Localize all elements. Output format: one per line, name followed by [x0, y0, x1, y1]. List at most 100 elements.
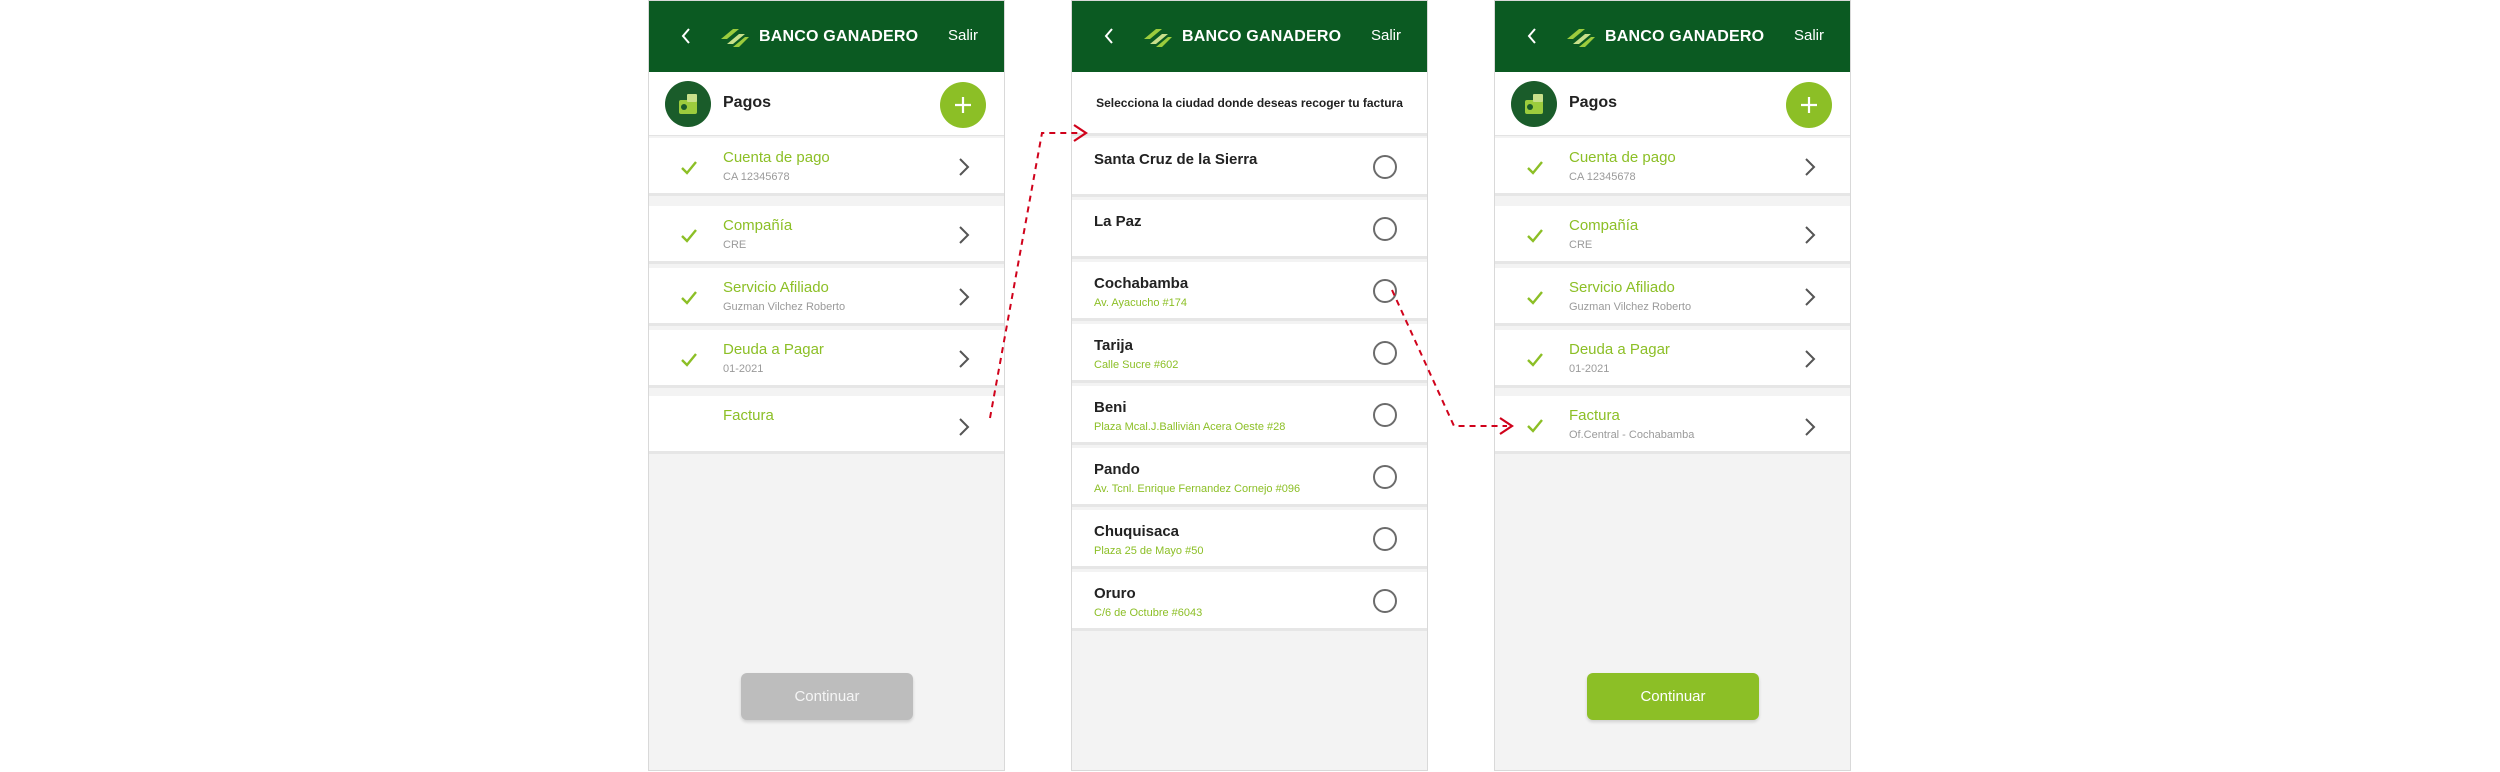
bank-logo-icon [1144, 29, 1172, 47]
row-subtitle: 01-2021 [1569, 363, 1610, 375]
row-subtitle: CRE [723, 239, 747, 251]
chevron-right-icon [959, 226, 970, 244]
row-subtitle: CA 12345678 [723, 171, 790, 183]
payment-screen-completed: BANCO GANADERO Salir Pagos Cuenta de pag… [1494, 0, 1851, 771]
check-icon [681, 353, 697, 367]
row-title: Deuda a Pagar [1569, 341, 1670, 358]
radio-button[interactable] [1373, 465, 1397, 489]
radio-button[interactable] [1373, 217, 1397, 241]
row-title: Cuenta de pago [1569, 149, 1676, 166]
city-option[interactable]: Pando Av. Tcnl. Enrique Fernandez Cornej… [1072, 448, 1427, 507]
bank-logo-icon [1567, 29, 1595, 47]
brand-logo: BANCO GANADERO [1142, 25, 1341, 49]
chevron-left-icon [681, 28, 690, 44]
plus-icon [1801, 97, 1817, 113]
city-name: Santa Cruz de la Sierra [1094, 151, 1258, 168]
exit-link[interactable]: Salir [1371, 27, 1401, 44]
back-button[interactable] [1519, 23, 1545, 49]
radio-button[interactable] [1373, 155, 1397, 179]
chevron-right-icon [959, 350, 970, 368]
check-icon [1527, 291, 1543, 305]
city-option[interactable]: Santa Cruz de la Sierra [1072, 138, 1427, 197]
payment-step-row[interactable]: Cuenta de pago CA 12345678 [1495, 138, 1850, 196]
chevron-left-icon [1527, 28, 1536, 44]
city-selection-screen: BANCO GANADERO Salir Selecciona la ciuda… [1071, 0, 1428, 771]
chevron-right-icon [1805, 158, 1816, 176]
brand-logo: BANCO GANADERO [1565, 25, 1764, 49]
payment-step-row[interactable]: Compañía CRE [1495, 206, 1850, 264]
city-address: Av. Ayacucho #174 [1094, 297, 1187, 309]
plus-icon [955, 97, 971, 113]
check-icon [1527, 353, 1543, 367]
check-icon [1527, 419, 1543, 433]
invoice-row[interactable]: Factura Of.Central - Cochabamba [1495, 396, 1850, 454]
continue-button[interactable]: Continuar [1587, 673, 1759, 720]
chevron-right-icon [1805, 226, 1816, 244]
section-header: Pagos [649, 72, 1004, 136]
payment-step-row[interactable]: Servicio Afiliado Guzman Vilchez Roberto [649, 268, 1004, 326]
city-address: Calle Sucre #602 [1094, 359, 1179, 371]
chevron-right-icon [1805, 418, 1816, 436]
brand-name: BANCO GANADERO [1182, 28, 1342, 45]
row-subtitle: 01-2021 [723, 363, 764, 375]
radio-button[interactable] [1373, 527, 1397, 551]
payment-screen-initial: BANCO GANADERO Salir Pagos Cuenta de pag… [648, 0, 1005, 771]
chevron-right-icon [959, 418, 970, 436]
check-icon [681, 291, 697, 305]
invoice-row[interactable]: Factura [649, 396, 1004, 454]
exit-link[interactable]: Salir [1794, 27, 1824, 44]
payment-step-row[interactable]: Deuda a Pagar 01-2021 [649, 330, 1004, 388]
back-button[interactable] [1096, 23, 1122, 49]
city-option[interactable]: Cochabamba Av. Ayacucho #174 [1072, 262, 1427, 321]
city-option[interactable]: Tarija Calle Sucre #602 [1072, 324, 1427, 383]
city-option[interactable]: La Paz [1072, 200, 1427, 259]
continue-button[interactable]: Continuar [741, 673, 913, 720]
exit-link[interactable]: Salir [948, 27, 978, 44]
app-header: BANCO GANADERO Salir [1495, 1, 1850, 72]
check-icon [1527, 229, 1543, 243]
row-subtitle: Guzman Vilchez Roberto [723, 301, 846, 313]
row-subtitle: CA 12345678 [1569, 171, 1636, 183]
payment-step-row[interactable]: Compañía CRE [649, 206, 1004, 264]
city-option[interactable]: Chuquisaca Plaza 25 de Mayo #50 [1072, 510, 1427, 569]
row-subtitle: CRE [1569, 239, 1593, 251]
add-button[interactable] [940, 82, 986, 128]
row-title: Compañía [723, 217, 793, 234]
check-icon [1527, 161, 1543, 175]
row-title: Servicio Afiliado [723, 279, 829, 296]
add-button[interactable] [1786, 82, 1832, 128]
row-title: Servicio Afiliado [1569, 279, 1675, 296]
radio-button[interactable] [1373, 341, 1397, 365]
app-header: BANCO GANADERO Salir [1072, 1, 1427, 72]
chevron-left-icon [1104, 28, 1113, 44]
city-name: Beni [1094, 399, 1127, 416]
row-title: Deuda a Pagar [723, 341, 824, 358]
city-option[interactable]: Oruro C/6 de Octubre #6043 [1072, 572, 1427, 631]
row-title: Compañía [1569, 217, 1639, 234]
section-header: Pagos [1495, 72, 1850, 136]
section-title: Pagos [723, 94, 772, 111]
payment-icon [665, 81, 711, 127]
city-address: Av. Tcnl. Enrique Fernandez Cornejo #096 [1094, 483, 1301, 495]
city-name: Chuquisaca [1094, 523, 1180, 540]
brand-logo: BANCO GANADERO [719, 25, 918, 49]
row-title: Cuenta de pago [723, 149, 830, 166]
row-title: Factura [1569, 407, 1620, 424]
payment-step-row[interactable]: Cuenta de pago CA 12345678 [649, 138, 1004, 196]
brand-name: BANCO GANADERO [1605, 28, 1765, 45]
radio-button[interactable] [1373, 279, 1397, 303]
payment-step-row[interactable]: Deuda a Pagar 01-2021 [1495, 330, 1850, 388]
city-name: Oruro [1094, 585, 1136, 602]
city-name: Tarija [1094, 337, 1133, 354]
radio-button[interactable] [1373, 589, 1397, 613]
city-option[interactable]: Beni Plaza Mcal.J.Ballivián Acera Oeste … [1072, 386, 1427, 445]
app-header: BANCO GANADERO Salir [649, 1, 1004, 72]
city-address: Plaza Mcal.J.Ballivián Acera Oeste #28 [1094, 421, 1286, 433]
radio-button[interactable] [1373, 403, 1397, 427]
row-subtitle: Of.Central - Cochabamba [1569, 429, 1695, 441]
brand-name: BANCO GANADERO [759, 28, 919, 45]
section-title: Pagos [1569, 94, 1618, 111]
back-button[interactable] [673, 23, 699, 49]
payment-step-row[interactable]: Servicio Afiliado Guzman Vilchez Roberto [1495, 268, 1850, 326]
chevron-right-icon [1805, 350, 1816, 368]
